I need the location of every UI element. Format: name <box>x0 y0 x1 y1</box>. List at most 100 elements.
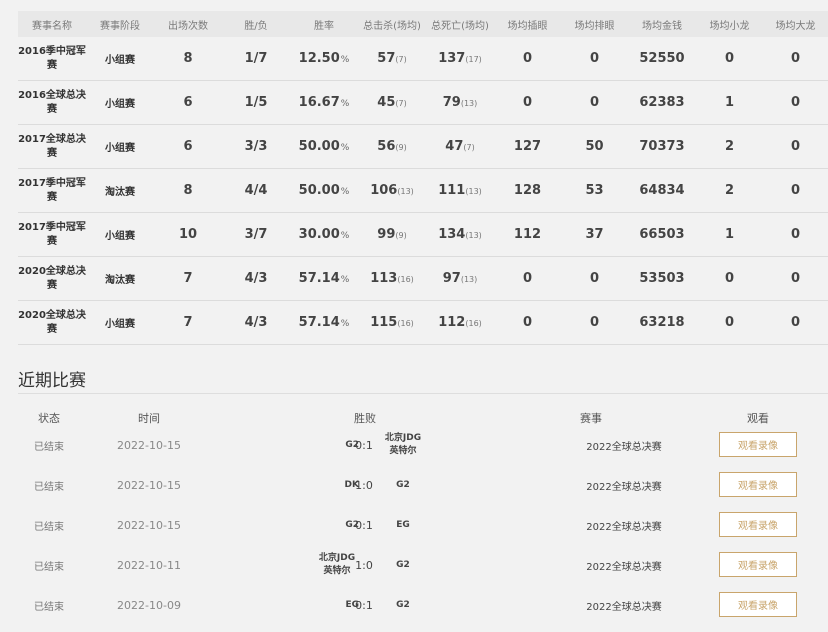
match-event: 2022全球总决赛 <box>586 521 662 533</box>
match-status: 已结束 <box>34 521 64 533</box>
wards-placed: 112 <box>494 212 561 257</box>
total-kills: 99(9) <box>358 212 426 257</box>
kills-value: 115 <box>370 315 398 330</box>
average-gold: 63218 <box>628 300 696 345</box>
deaths-value: 137 <box>438 51 466 66</box>
win-rate-value: 16.67 <box>298 95 340 110</box>
stats-header-cell: 胜/负 <box>222 11 290 37</box>
stats-header-cell: 出场次数 <box>154 11 222 37</box>
match-date: 2022-10-15 <box>117 438 181 452</box>
kills-value: 99 <box>377 227 396 242</box>
stats-header-cell: 场均大龙 <box>763 11 828 37</box>
average-gold: 64834 <box>628 168 696 213</box>
games-played: 8 <box>154 37 222 81</box>
deaths-value: 97 <box>442 271 461 286</box>
average-barons: 0 <box>763 37 828 81</box>
win-loss: 3/3 <box>222 124 290 169</box>
stats-table-container: 赛事名称 赛事阶段 出场次数 胜/负 胜率 总击杀(场均) 总死亡(场均) 场均插眼 场均排眼场… <box>18 11 828 345</box>
win-rate-unit: % <box>340 275 350 285</box>
average-gold: 70373 <box>628 124 696 169</box>
win-rate-unit: % <box>340 55 350 65</box>
watch-replay-button[interactable]: 观看录像 <box>719 552 797 577</box>
stats-row: 2016全球总决赛 小组赛 6 1/5 16.67% 45(7) 79(13) 0 0 62383… <box>18 80 828 125</box>
deaths-average: (7) <box>463 143 475 152</box>
stats-row: 2020全球总决赛 淘汰赛 7 4/3 57.14% 113(16) 97(13) 0 0 535… <box>18 256 828 301</box>
deaths-average: (16) <box>465 319 482 328</box>
match-date: 2022-10-11 <box>117 558 181 572</box>
win-rate-unit: % <box>340 231 350 241</box>
average-gold: 62383 <box>628 80 696 125</box>
match-score: 0:1 <box>355 598 373 612</box>
average-dragons: 0 <box>696 300 763 345</box>
games-played: 7 <box>154 300 222 345</box>
win-loss: 4/4 <box>222 168 290 213</box>
event-stage: 淘汰赛 <box>86 256 154 301</box>
average-barons: 0 <box>763 80 828 125</box>
kills-average: (7) <box>395 55 407 64</box>
watch-replay-button[interactable]: 观看录像 <box>719 592 797 617</box>
event-name: 2016全球总决赛 <box>18 80 86 125</box>
win-loss: 3/7 <box>222 212 290 257</box>
match-event: 2022全球总决赛 <box>586 561 662 573</box>
stats-header-cell: 赛事名称 <box>18 11 86 37</box>
stats-table: 赛事名称 赛事阶段 出场次数 胜/负 胜率 总击杀(场均) 总死亡(场均) 场均插眼 场均排眼场… <box>18 11 828 345</box>
total-kills: 113(16) <box>358 256 426 301</box>
kills-average: (16) <box>397 319 414 328</box>
match-score: 0:1 <box>355 518 373 532</box>
match-status: 已结束 <box>34 481 64 493</box>
wards-placed: 0 <box>494 80 561 125</box>
kills-average: (13) <box>397 187 414 196</box>
event-stage: 小组赛 <box>86 37 154 81</box>
team-right: EG <box>378 505 428 545</box>
total-kills: 106(13) <box>358 168 426 213</box>
win-rate: 57.14% <box>290 256 358 301</box>
win-rate: 12.50% <box>290 37 358 81</box>
kills-average: (9) <box>395 143 407 152</box>
win-rate: 30.00% <box>290 212 358 257</box>
stats-row: 2017季中冠军赛 小组赛 10 3/7 30.00% 99(9) 134(13) 112 37… <box>18 212 828 257</box>
event-stage: 淘汰赛 <box>86 168 154 213</box>
event-stage: 小组赛 <box>86 212 154 257</box>
games-played: 8 <box>154 168 222 213</box>
stats-header-cell: 赛事阶段 <box>86 11 154 37</box>
win-loss: 4/3 <box>222 300 290 345</box>
stats-body: 2016季中冠军赛 小组赛 8 1/7 12.50% 57(7) 137(17) 0 0 5255… <box>18 37 828 345</box>
wards-cleared: 0 <box>561 300 628 345</box>
deaths-value: 112 <box>438 315 466 330</box>
section-divider <box>18 393 828 394</box>
win-rate-value: 57.14 <box>298 315 340 330</box>
watch-replay-button[interactable]: 观看录像 <box>719 512 797 537</box>
win-rate-unit: % <box>340 187 350 197</box>
deaths-average: (13) <box>460 99 478 108</box>
recent-matches-title: 近期比赛 <box>18 371 86 391</box>
deaths-average: (17) <box>465 55 482 64</box>
total-deaths: 134(13) <box>426 212 494 257</box>
event-name: 2017全球总决赛 <box>18 124 86 169</box>
watch-replay-button[interactable]: 观看录像 <box>719 432 797 457</box>
match-event: 2022全球总决赛 <box>586 601 662 613</box>
total-deaths: 97(13) <box>426 256 494 301</box>
wards-cleared: 53 <box>561 168 628 213</box>
average-barons: 0 <box>763 256 828 301</box>
win-rate: 16.67% <box>290 80 358 125</box>
games-played: 7 <box>154 256 222 301</box>
stats-row: 2017全球总决赛 小组赛 6 3/3 50.00% 56(9) 47(7) 127 50 703… <box>18 124 828 169</box>
wards-placed: 0 <box>494 300 561 345</box>
match-score: 1:0 <box>355 478 373 492</box>
stats-header-cell: 总死亡(场均) <box>426 11 494 37</box>
kills-value: 57 <box>377 51 396 66</box>
watch-replay-button[interactable]: 观看录像 <box>719 472 797 497</box>
match-event: 2022全球总决赛 <box>586 481 662 493</box>
win-loss: 1/5 <box>222 80 290 125</box>
deaths-value: 111 <box>438 183 466 198</box>
event-stage: 小组赛 <box>86 80 154 125</box>
deaths-value: 134 <box>438 227 466 242</box>
win-rate-value: 57.14 <box>298 271 340 286</box>
total-kills: 57(7) <box>358 37 426 81</box>
total-kills: 56(9) <box>358 124 426 169</box>
stats-header-cell: 总击杀(场均) <box>358 11 426 37</box>
match-status: 已结束 <box>34 441 64 453</box>
wards-cleared: 0 <box>561 256 628 301</box>
match-row: 已结束 2022-10-15 G2 0:1 EG 2022全球总决赛 观看录像 <box>18 505 828 545</box>
team-right-name: 北京JDG英特尔 <box>384 433 422 456</box>
